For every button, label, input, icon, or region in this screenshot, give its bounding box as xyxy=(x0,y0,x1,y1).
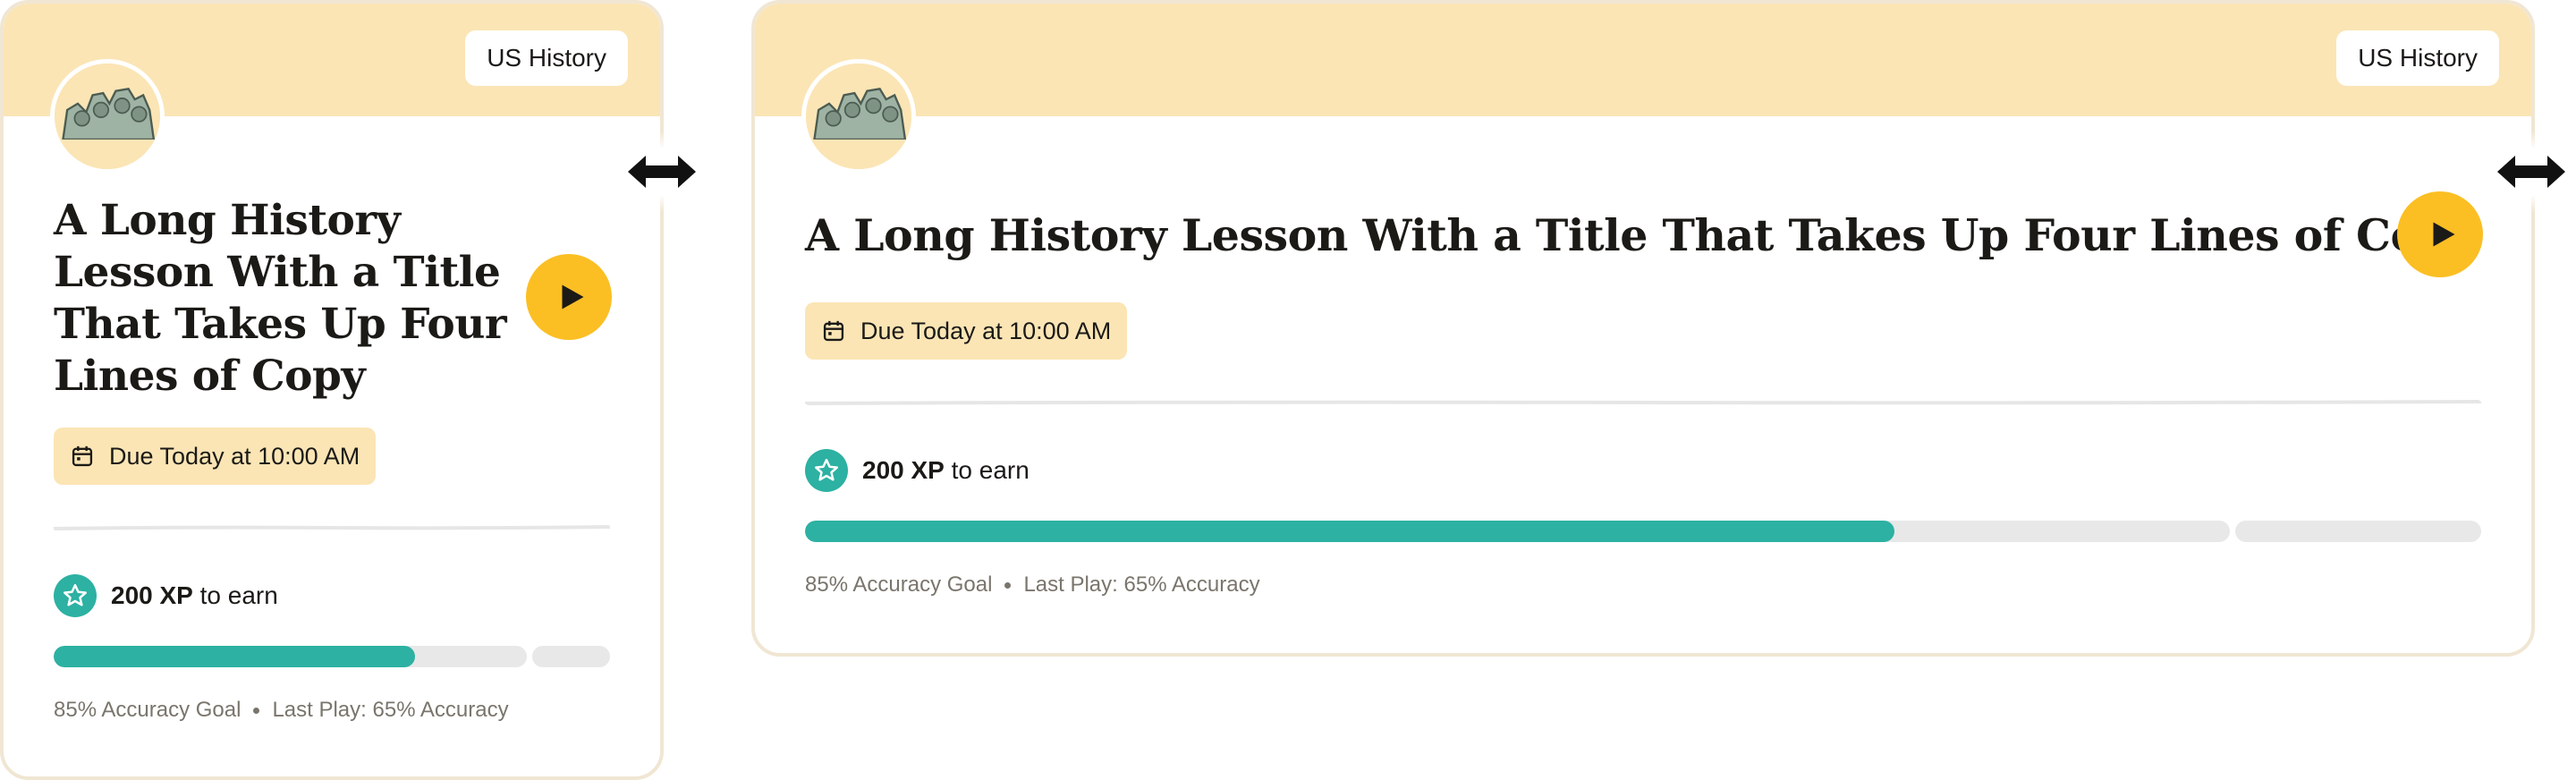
progress-fill xyxy=(54,646,416,667)
due-date-badge: Due Today at 10:00 AM xyxy=(54,428,377,485)
xp-value: 200 XP xyxy=(862,456,945,484)
accuracy-meta: 85% Accuracy Goal Last Play: 65% Accurac… xyxy=(805,572,1260,598)
due-date-label: Due Today at 10:00 AM xyxy=(860,317,1112,344)
divider xyxy=(54,524,610,531)
lesson-title: A Long History Lesson With a Title That … xyxy=(54,196,507,401)
calendar-icon xyxy=(823,320,844,342)
resize-horizontal-icon xyxy=(2497,156,2565,188)
xp-value: 200 XP xyxy=(111,581,193,609)
lesson-title: A Long History Lesson With a Title That … xyxy=(805,209,2475,261)
progress-bar xyxy=(805,521,2481,542)
due-date-badge: Due Today at 10:00 AM xyxy=(805,302,1128,360)
mount-rushmore-icon xyxy=(50,59,165,174)
lesson-card-wide[interactable]: US History A Long History Lesson With a … xyxy=(751,0,2535,657)
progress-fill xyxy=(805,521,1895,542)
xp-row: 200 XP to earn xyxy=(54,574,278,617)
xp-suffix: to earn xyxy=(199,581,278,609)
progress-remaining-segment xyxy=(531,646,610,667)
progress-remaining-segment xyxy=(2234,521,2481,542)
subject-tag: US History xyxy=(465,30,628,86)
resize-handle-wide[interactable] xyxy=(2491,131,2572,212)
calendar-icon xyxy=(72,445,93,467)
accuracy-meta: 85% Accuracy Goal Last Play: 65% Accurac… xyxy=(54,698,509,723)
accuracy-goal: 85% Accuracy Goal xyxy=(805,572,993,597)
resize-horizontal-icon xyxy=(628,156,696,188)
accuracy-goal: 85% Accuracy Goal xyxy=(54,698,242,722)
star-icon xyxy=(54,574,97,617)
xp-row: 200 XP to earn xyxy=(805,449,1030,492)
play-button[interactable] xyxy=(2397,191,2483,277)
due-date-label: Due Today at 10:00 AM xyxy=(109,442,360,470)
play-icon xyxy=(562,284,584,309)
last-play: Last Play: 65% Accuracy xyxy=(1023,572,1260,597)
play-icon xyxy=(2433,222,2455,247)
progress-goal-segment xyxy=(54,646,527,667)
separator-dot xyxy=(1004,581,1012,589)
card-header-band xyxy=(755,4,2531,116)
separator-dot xyxy=(253,707,260,714)
xp-suffix: to earn xyxy=(951,456,1030,484)
divider xyxy=(805,399,2481,406)
star-icon xyxy=(805,449,848,492)
progress-bar xyxy=(54,646,610,667)
subject-tag: US History xyxy=(2336,30,2499,86)
progress-goal-segment xyxy=(805,521,2230,542)
lesson-card-narrow[interactable]: US History A Long History Lesson With a … xyxy=(0,0,664,780)
resize-handle-narrow[interactable] xyxy=(622,131,702,212)
play-button[interactable] xyxy=(526,254,612,340)
last-play: Last Play: 65% Accuracy xyxy=(272,698,509,722)
mount-rushmore-icon xyxy=(801,59,916,174)
